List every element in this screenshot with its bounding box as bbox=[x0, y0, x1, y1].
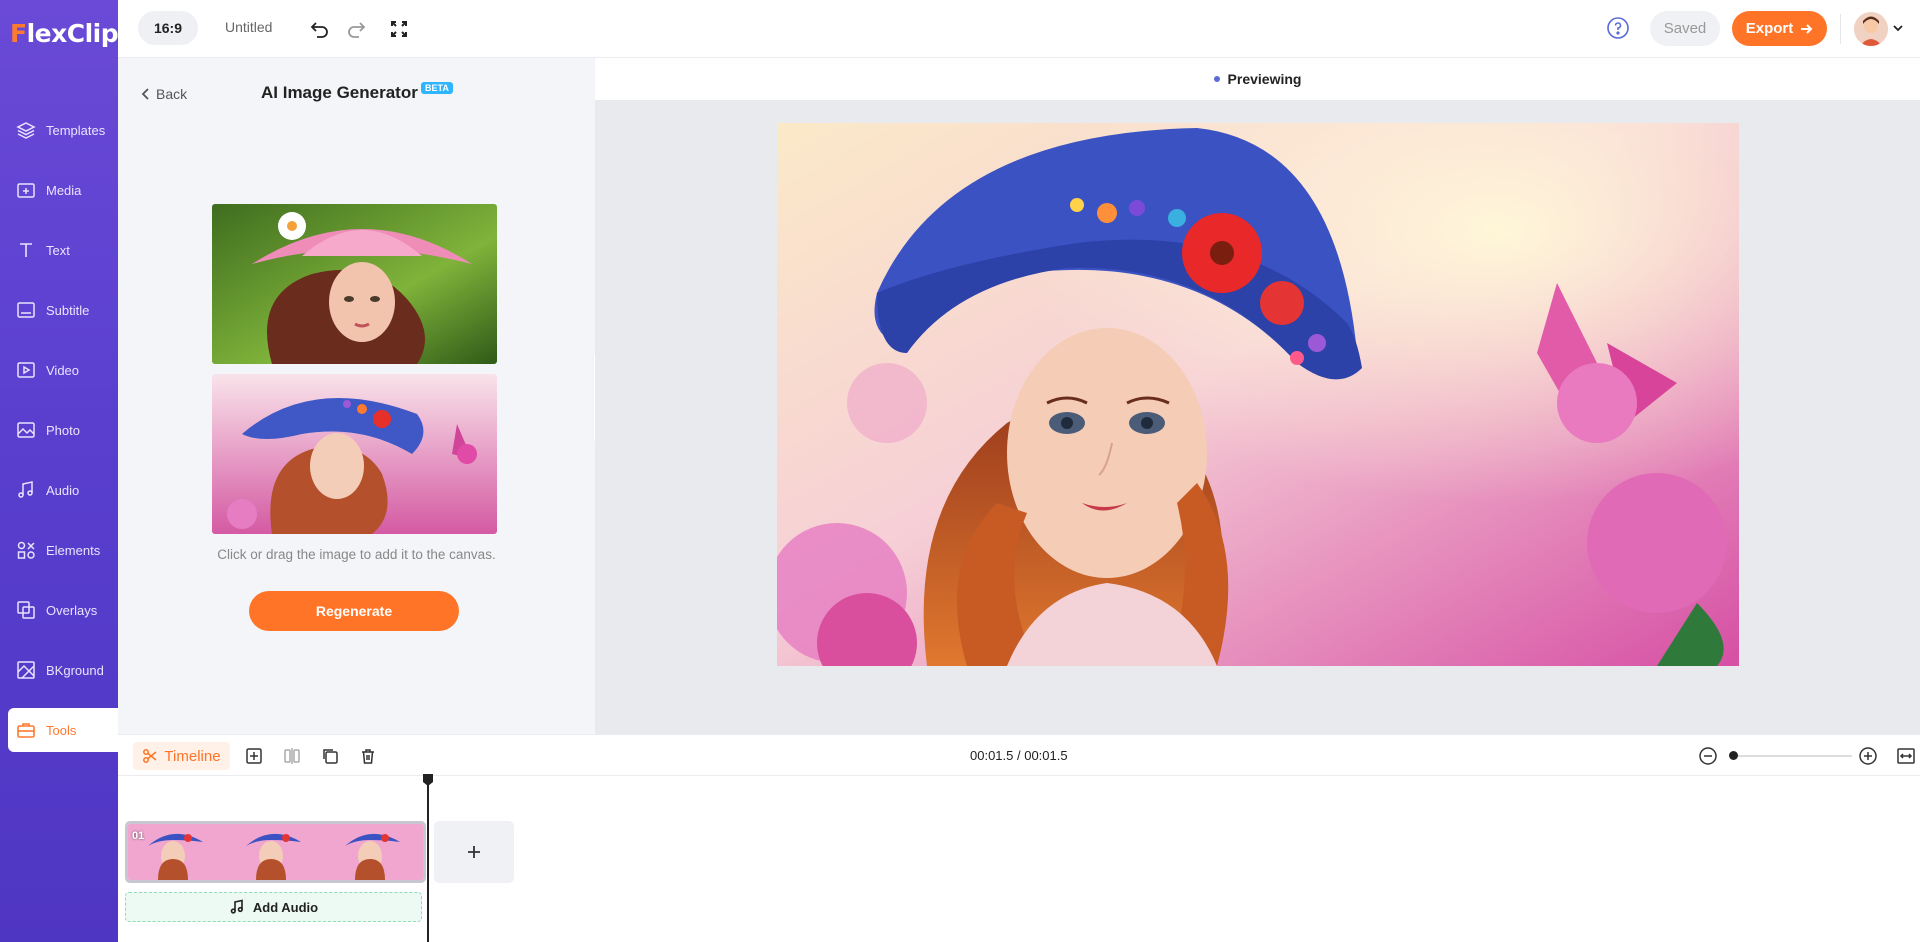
sidebar-item-templates[interactable]: Templates bbox=[8, 108, 118, 152]
text-icon bbox=[14, 238, 38, 262]
generated-image-2[interactable] bbox=[212, 374, 497, 534]
flexclip-logo[interactable]: FlexClip bbox=[10, 16, 119, 50]
help-icon[interactable] bbox=[1606, 16, 1630, 40]
background-icon bbox=[14, 658, 38, 682]
sidebar-item-label: Subtitle bbox=[46, 302, 90, 318]
toolbox-icon bbox=[14, 718, 38, 742]
back-button[interactable]: Back bbox=[140, 86, 187, 102]
timeline-toolbar: Timeline 00:01.5 / 00:01.5 bbox=[118, 734, 1920, 776]
add-audio-button[interactable]: Add Audio bbox=[125, 892, 422, 922]
saved-status: Saved bbox=[1650, 11, 1720, 46]
aspect-ratio-button[interactable]: 16:9 bbox=[138, 11, 198, 45]
sidebar-item-label: Photo bbox=[46, 422, 80, 438]
zoom-in-icon[interactable] bbox=[1856, 744, 1880, 768]
top-bar: 16:9 Untitled Saved Export bbox=[118, 0, 1920, 58]
sidebar-item-audio[interactable]: Audio bbox=[8, 468, 118, 512]
video-icon bbox=[14, 358, 38, 382]
playhead-handle[interactable] bbox=[422, 773, 434, 787]
export-button[interactable]: Export bbox=[1732, 11, 1827, 46]
panel-title: AI Image Generator bbox=[261, 83, 418, 102]
timeline-tab-label: Timeline bbox=[164, 747, 221, 765]
hint-text: Click or drag the image to add it to the… bbox=[217, 547, 496, 562]
plus-icon bbox=[465, 843, 483, 861]
photo-icon bbox=[14, 418, 38, 442]
sidebar-item-label: Elements bbox=[46, 542, 101, 558]
music-note-icon bbox=[14, 478, 38, 502]
time-readout: 00:01.5 / 00:01.5 bbox=[970, 748, 1068, 763]
scissors-icon bbox=[142, 748, 158, 764]
music-note-icon bbox=[229, 899, 245, 915]
sidebar: FlexClip Templates Media Text Subtitle V… bbox=[0, 0, 119, 942]
sidebar-item-label: Tools bbox=[46, 722, 77, 738]
status-dot bbox=[1213, 76, 1220, 82]
tab-timeline[interactable]: Timeline bbox=[133, 742, 230, 770]
generated-image-1[interactable] bbox=[212, 204, 497, 364]
scene-clip[interactable]: 01 bbox=[125, 821, 426, 883]
beta-badge: BETA bbox=[421, 82, 453, 94]
avatar[interactable] bbox=[1854, 12, 1888, 46]
redo-icon[interactable] bbox=[344, 17, 368, 41]
add-scene-button[interactable] bbox=[434, 821, 514, 883]
zoom-out-icon[interactable] bbox=[1696, 744, 1720, 768]
clip-thumbnail bbox=[324, 824, 423, 880]
clip-thumbnail: 01 bbox=[128, 824, 227, 880]
folder-plus-icon bbox=[14, 178, 38, 202]
divider bbox=[1840, 14, 1841, 44]
sidebar-item-overlays[interactable]: Overlays bbox=[8, 588, 118, 632]
sidebar-item-label: Templates bbox=[46, 122, 106, 138]
sidebar-item-bkground[interactable]: BKground bbox=[8, 648, 118, 692]
clip-thumbnail bbox=[226, 824, 325, 880]
undo-icon[interactable] bbox=[308, 17, 332, 41]
overlay-icon bbox=[14, 598, 38, 622]
sidebar-item-photo[interactable]: Photo bbox=[8, 408, 118, 452]
main-canvas-image[interactable] bbox=[777, 123, 1739, 666]
chevron-left-icon bbox=[140, 87, 150, 101]
arrow-right-icon bbox=[1799, 22, 1813, 36]
sidebar-item-label: BKground bbox=[46, 662, 104, 678]
back-label: Back bbox=[156, 86, 188, 102]
fit-width-icon[interactable] bbox=[1894, 744, 1918, 768]
fullscreen-icon[interactable] bbox=[387, 17, 411, 41]
sidebar-item-label: Audio bbox=[46, 482, 80, 498]
sidebar-item-label: Overlays bbox=[46, 602, 98, 618]
sidebar-item-tools[interactable]: Tools bbox=[8, 708, 118, 752]
sidebar-item-elements[interactable]: Elements bbox=[8, 528, 118, 572]
trash-icon[interactable] bbox=[356, 744, 380, 768]
zoom-slider-handle[interactable] bbox=[1729, 751, 1738, 760]
project-title[interactable]: Untitled bbox=[225, 19, 272, 35]
zoom-slider-track[interactable] bbox=[1732, 755, 1852, 757]
sidebar-item-subtitle[interactable]: Subtitle bbox=[8, 288, 118, 332]
duplicate-icon[interactable] bbox=[318, 744, 342, 768]
layers-icon bbox=[14, 118, 38, 142]
add-audio-label: Add Audio bbox=[252, 899, 319, 915]
shapes-icon bbox=[14, 538, 38, 562]
playhead[interactable] bbox=[427, 778, 429, 942]
preview-status: Previewing bbox=[1227, 71, 1302, 87]
regenerate-button[interactable]: Regenerate bbox=[249, 591, 459, 631]
ai-image-generator-panel: Back AI Image Generator BETA Click or dr… bbox=[118, 58, 595, 734]
sidebar-item-video[interactable]: Video bbox=[8, 348, 118, 392]
sidebar-item-label: Media bbox=[46, 182, 82, 198]
subtitle-icon bbox=[14, 298, 38, 322]
clip-number: 01 bbox=[132, 830, 145, 842]
sidebar-item-label: Video bbox=[46, 362, 80, 378]
sidebar-item-media[interactable]: Media bbox=[8, 168, 118, 212]
split-icon[interactable] bbox=[280, 744, 304, 768]
preview-status-bar: Previewing bbox=[595, 58, 1920, 100]
export-label: Export bbox=[1745, 20, 1794, 37]
add-scene-icon[interactable] bbox=[242, 744, 266, 768]
sidebar-item-label: Text bbox=[46, 242, 70, 258]
chevron-down-icon[interactable] bbox=[1892, 22, 1904, 34]
sidebar-item-text[interactable]: Text bbox=[8, 228, 118, 272]
